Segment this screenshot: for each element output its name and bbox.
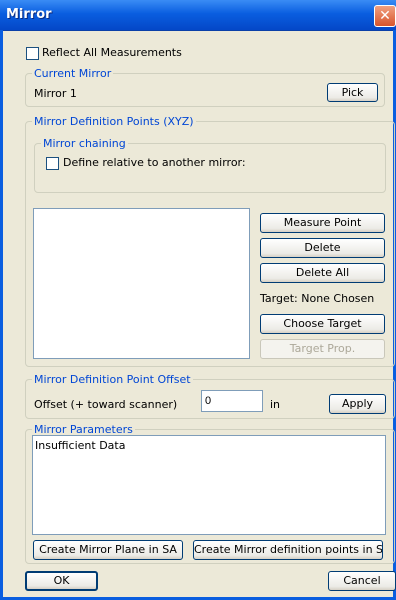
choose-target-button[interactable]: Choose Target bbox=[260, 314, 385, 334]
apply-button[interactable]: Apply bbox=[329, 394, 386, 414]
reflect-all-label: Reflect All Measurements bbox=[42, 46, 182, 59]
definition-points-group: Mirror Definition Points (XYZ) Mirror ch… bbox=[25, 115, 395, 367]
points-list[interactable] bbox=[33, 208, 250, 359]
offset-input[interactable] bbox=[201, 390, 263, 412]
delete-all-button[interactable]: Delete All bbox=[260, 263, 385, 283]
close-icon[interactable]: ✕ bbox=[374, 5, 396, 27]
define-relative-checkbox[interactable] bbox=[46, 157, 59, 170]
offset-group: Mirror Definition Point Offset Offset (+… bbox=[25, 373, 395, 419]
window-title: Mirror bbox=[6, 7, 52, 22]
ok-button[interactable]: OK bbox=[25, 571, 98, 591]
offset-legend: Mirror Definition Point Offset bbox=[32, 373, 193, 386]
offset-label: Offset (+ toward scanner) bbox=[34, 398, 178, 411]
measure-point-button[interactable]: Measure Point bbox=[260, 213, 385, 233]
current-mirror-value: Mirror 1 bbox=[34, 87, 77, 100]
definition-points-legend: Mirror Definition Points (XYZ) bbox=[32, 115, 196, 128]
cancel-button[interactable]: Cancel bbox=[328, 571, 396, 591]
mirror-chaining-legend: Mirror chaining bbox=[41, 137, 128, 150]
title-bar: Mirror ✕ bbox=[0, 0, 396, 31]
create-definition-points-button[interactable]: Create Mirror definition points in SA bbox=[193, 540, 383, 560]
delete-button[interactable]: Delete bbox=[260, 238, 385, 258]
define-relative-label: Define relative to another mirror: bbox=[63, 156, 246, 169]
create-mirror-plane-button[interactable]: Create Mirror Plane in SA bbox=[33, 540, 183, 560]
offset-unit: in bbox=[270, 398, 281, 411]
current-mirror-legend: Current Mirror bbox=[32, 67, 114, 80]
reflect-all-checkbox[interactable] bbox=[26, 47, 39, 60]
target-status: Target: None Chosen bbox=[260, 292, 375, 305]
current-mirror-group: Current Mirror Mirror 1 Pick bbox=[25, 67, 385, 107]
pick-button[interactable]: Pick bbox=[327, 83, 378, 102]
target-prop-button[interactable]: Target Prop. bbox=[260, 339, 385, 359]
parameters-text: Insufficient Data bbox=[35, 439, 126, 452]
mirror-chaining-group: Mirror chaining Define relative to anoth… bbox=[34, 137, 386, 193]
window-border-left bbox=[0, 30, 3, 600]
parameters-group: Mirror Parameters Insufficient Data Crea… bbox=[25, 423, 395, 564]
parameters-textbox[interactable]: Insufficient Data bbox=[32, 435, 386, 535]
